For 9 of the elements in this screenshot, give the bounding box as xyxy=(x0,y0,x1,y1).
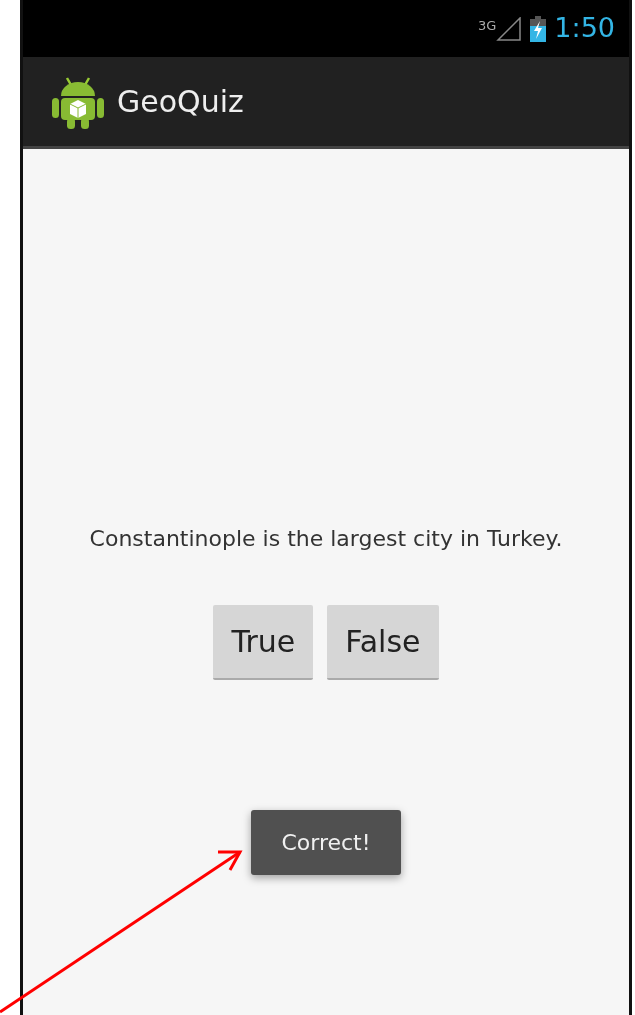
answer-button[interactable]: False xyxy=(327,605,439,680)
signal-icon xyxy=(496,16,523,41)
toast-message: Correct! xyxy=(251,810,401,875)
answer-button[interactable]: True xyxy=(213,605,314,680)
clock-time: 1:50 xyxy=(554,11,615,46)
battery-charging-icon xyxy=(530,15,547,42)
app-title: GeoQuiz xyxy=(117,83,244,121)
question-text: Constantinople is the largest city in Turkey. xyxy=(88,525,564,553)
network-type: 3G xyxy=(478,17,497,35)
